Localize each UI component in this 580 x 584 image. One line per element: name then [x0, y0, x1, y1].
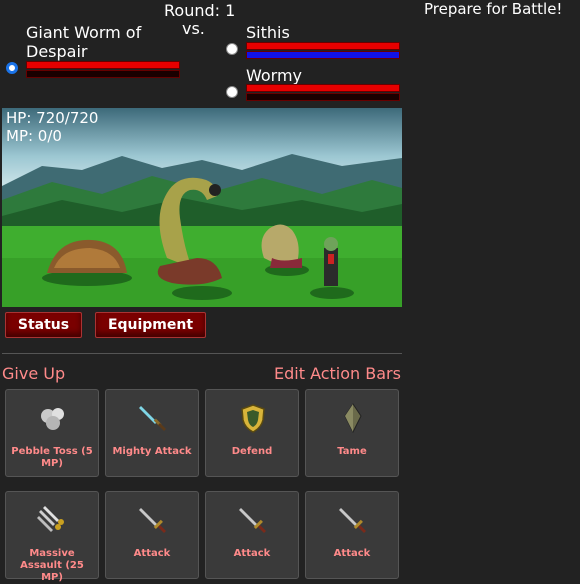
player-hp-readout: HP: 720/720 — [6, 109, 99, 127]
skill-attack-1[interactable]: Attack — [105, 491, 199, 579]
skill-mighty-attack[interactable]: Mighty Attack — [105, 389, 199, 477]
player-name-line1: Giant Worm of — [26, 23, 142, 42]
round-label: Round: 1 — [164, 1, 236, 20]
sword-icon — [339, 508, 366, 533]
skill-label: Tame — [337, 446, 367, 457]
skill-label: Mighty Attack — [112, 446, 192, 457]
sword-icon — [139, 508, 166, 533]
enemy-hp-bar-sithis — [246, 42, 400, 50]
battle-status-message: Prepare for Battle! — [424, 0, 563, 18]
glowing-sword-icon — [139, 406, 166, 431]
skill-massive-assault[interactable]: Massive Assault (25 MP) — [5, 491, 99, 583]
enemy-mp-bar-wormy — [246, 93, 400, 101]
edit-action-bars-link[interactable]: Edit Action Bars — [274, 364, 401, 383]
skill-tame[interactable]: Tame — [305, 389, 399, 477]
multi-sword-icon — [37, 506, 64, 532]
player-select-radio[interactable] — [6, 62, 18, 74]
give-up-link[interactable]: Give Up — [2, 364, 65, 383]
skill-attack-3[interactable]: Attack — [305, 491, 399, 579]
battle-scene: HP: 720/720 MP: 0/0 — [2, 108, 402, 307]
enemy-select-radio-sithis[interactable] — [226, 43, 238, 55]
enemy-name-sithis: Sithis — [246, 23, 290, 42]
equipment-button[interactable]: Equipment — [95, 312, 206, 338]
battle-landscape — [2, 154, 402, 307]
player-mp-bar — [26, 70, 180, 78]
skill-label: Attack — [133, 548, 171, 559]
skill-attack-2[interactable]: Attack — [205, 491, 299, 579]
skill-defend[interactable]: Defend — [205, 389, 299, 477]
enemy-mp-bar-sithis — [246, 51, 400, 59]
battle-screen: Round: 1 vs. Prepare for Battle! Giant W… — [0, 0, 580, 584]
pebble-icon — [41, 408, 64, 430]
player-hp-bar — [26, 61, 180, 69]
player-name-line2: Despair — [26, 42, 88, 61]
skill-label: Attack — [333, 548, 371, 559]
status-button[interactable]: Status — [5, 312, 82, 338]
enemy-name-wormy: Wormy — [246, 66, 303, 85]
skill-label: Massive Assault (25 MP) — [20, 548, 84, 583]
vs-label: vs. — [182, 19, 205, 38]
divider — [2, 353, 402, 354]
skill-label: Pebble Toss (5 MP) — [11, 446, 93, 469]
shield-icon — [241, 404, 265, 433]
enemy-hp-bar-wormy — [246, 84, 400, 92]
player-name: Giant Worm of Despair — [26, 23, 141, 61]
sword-icon — [239, 508, 266, 533]
enemy-select-radio-wormy[interactable] — [226, 86, 238, 98]
skill-label: Attack — [233, 548, 271, 559]
skill-pebble-toss[interactable]: Pebble Toss (5 MP) — [5, 389, 99, 477]
skill-label: Defend — [231, 446, 273, 457]
player-mp-readout: MP: 0/0 — [6, 127, 62, 145]
crystal-icon — [344, 403, 362, 434]
